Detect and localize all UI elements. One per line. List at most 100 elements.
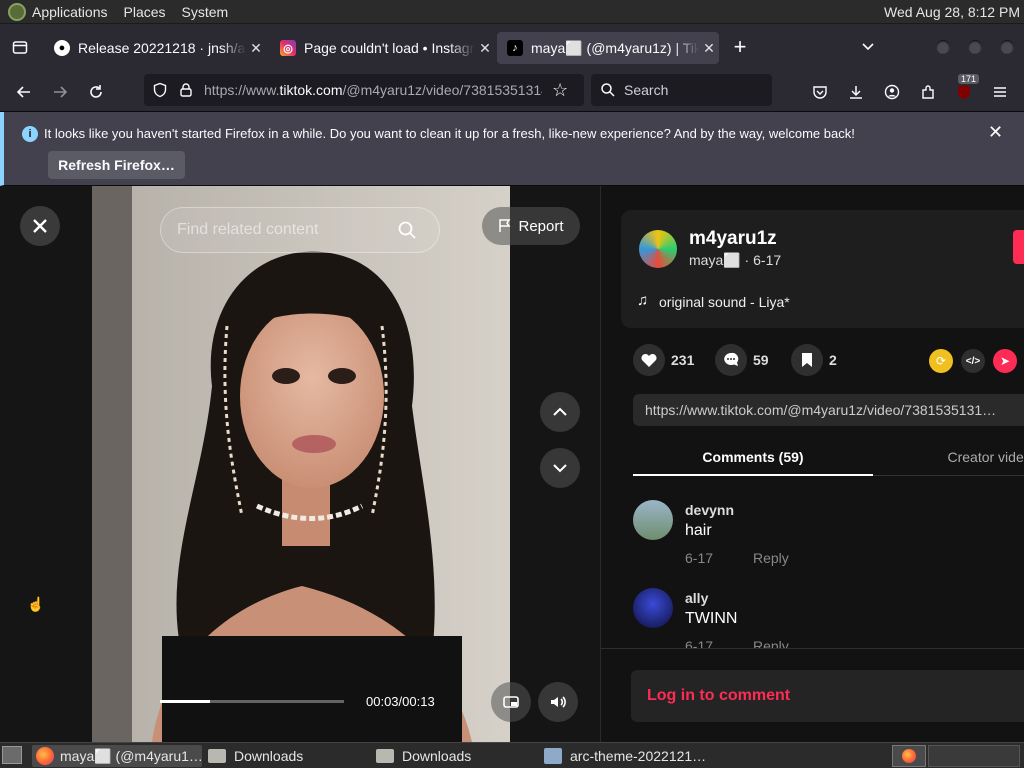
avatar[interactable] <box>633 588 673 628</box>
tiktok-icon: ♪ <box>507 40 523 56</box>
comment-button[interactable] <box>715 344 747 376</box>
send-to-friends-icon[interactable]: ➤ <box>993 349 1017 373</box>
video-player[interactable]: 00:03/00:13 <box>92 186 510 742</box>
search-icon[interactable] <box>397 220 417 240</box>
close-video-button[interactable] <box>20 206 60 246</box>
comment-user[interactable]: ally <box>685 590 708 606</box>
taskbar-label: arc-theme-2022121… <box>570 748 707 764</box>
close-notification-icon[interactable]: ✕ <box>988 122 1003 143</box>
embed-code-icon[interactable]: </> <box>961 349 985 373</box>
instagram-icon: ◎ <box>280 40 296 56</box>
tab-title: maya⬜ (@m4yaru1z) | TikTok <box>531 39 699 56</box>
distro-logo-icon[interactable] <box>8 2 26 21</box>
forward-button[interactable] <box>46 78 74 106</box>
notification-message: It looks like you haven't started Firefo… <box>44 126 855 141</box>
divider <box>601 648 1024 649</box>
url-bar[interactable]: https://www.tiktok.com/@m4yaru1z/video/7… <box>144 74 584 106</box>
search-icon <box>600 82 616 98</box>
previous-video-button[interactable] <box>540 392 580 432</box>
reply-button[interactable]: Reply <box>753 550 789 566</box>
comment-text: TWINN <box>685 610 738 627</box>
workspace-switcher-empty[interactable] <box>928 745 1020 767</box>
login-to-comment-link[interactable]: Log in to comment <box>647 687 790 705</box>
show-desktop-icon[interactable] <box>2 746 22 764</box>
save-count: 2 <box>829 352 837 368</box>
music-note-icon: ♫ <box>637 292 649 309</box>
flag-icon <box>498 219 512 233</box>
login-to-comment-box[interactable]: Log in to comment <box>631 670 1024 722</box>
taskbar-label: maya⬜ (@m4yaru1… <box>60 747 202 764</box>
report-button[interactable]: Report <box>482 207 580 245</box>
system-menu[interactable]: System <box>182 4 229 20</box>
clock[interactable]: Wed Aug 28, 8:12 PM <box>884 4 1020 20</box>
archive-icon <box>544 748 562 764</box>
bookmark-star-icon[interactable]: ☆ <box>552 80 568 101</box>
lock-icon[interactable] <box>178 82 194 98</box>
like-count: 231 <box>671 352 695 368</box>
copy-link-field[interactable]: https://www.tiktok.com/@m4yaru1z/video/7… <box>633 394 1024 426</box>
taskbar-item-downloads[interactable]: Downloads <box>204 745 368 767</box>
tab-creator-videos[interactable]: Creator videos <box>873 444 1024 476</box>
post-link: https://www.tiktok.com/@m4yaru1z/video/7… <box>645 402 997 418</box>
workspace-switcher[interactable] <box>892 745 926 767</box>
next-video-button[interactable] <box>540 448 580 488</box>
floating-player-icon[interactable] <box>491 682 531 722</box>
video-time: 00:03/00:13 <box>366 694 435 709</box>
author-username[interactable]: m4yaru1z <box>689 228 777 250</box>
downloads-icon[interactable] <box>842 78 870 106</box>
comment-user[interactable]: devynn <box>685 502 734 518</box>
volume-icon[interactable] <box>538 682 578 722</box>
extensions-icon[interactable] <box>914 78 942 106</box>
heart-icon <box>641 353 657 367</box>
list-all-tabs-icon[interactable] <box>6 33 34 61</box>
avatar[interactable] <box>639 230 677 268</box>
minimize-window-button[interactable] <box>936 40 950 54</box>
avatar[interactable] <box>633 500 673 540</box>
taskbar-item-firefox[interactable]: maya⬜ (@m4yaru1… <box>32 745 202 767</box>
shield-icon[interactable] <box>152 82 168 98</box>
close-window-button[interactable] <box>1000 40 1014 54</box>
applications-menu[interactable]: Applications <box>32 4 108 20</box>
sound-name[interactable]: original sound - Liya* <box>659 294 790 310</box>
details-pane: m4yaru1z maya⬜ · 6-17 ♫ original sound -… <box>600 186 1024 742</box>
places-menu[interactable]: Places <box>124 4 166 20</box>
taskbar-item-archive[interactable]: arc-theme-2022121… <box>540 745 710 767</box>
maximize-window-button[interactable] <box>968 40 982 54</box>
pocket-icon[interactable] <box>806 78 834 106</box>
chevron-down-icon[interactable] <box>854 33 882 61</box>
reply-button[interactable]: Reply <box>753 638 789 648</box>
tab-instagram[interactable]: ◎ Page couldn't load • Instagram ✕ <box>270 32 495 64</box>
ublock-icon[interactable]: 171 <box>950 74 980 106</box>
follow-button[interactable] <box>1013 230 1024 264</box>
refresh-firefox-button[interactable]: Refresh Firefox… <box>48 151 185 179</box>
taskbar-item-downloads[interactable]: Downloads <box>372 745 536 767</box>
comment-text: hair <box>685 522 712 539</box>
account-icon[interactable] <box>878 78 906 106</box>
search-bar[interactable]: Search <box>591 74 772 106</box>
list-item: ally TWINN 6-17 Reply <box>633 588 1013 648</box>
tab-github[interactable]: ● Release 20221218 · jnsh/arc-theme ✕ <box>44 32 266 64</box>
author-nickname: maya⬜ · 6-17 <box>689 252 782 268</box>
like-button[interactable] <box>633 344 665 376</box>
save-button[interactable] <box>791 344 823 376</box>
find-related-input[interactable]: Find related content <box>160 207 440 253</box>
search-placeholder: Search <box>624 82 669 98</box>
comment-date: 6-17 <box>685 550 714 566</box>
find-related-placeholder: Find related content <box>177 221 319 238</box>
back-button[interactable] <box>10 78 38 106</box>
folder-icon <box>376 749 394 763</box>
video-progress-track[interactable] <box>160 700 344 703</box>
new-tab-button[interactable]: + <box>726 33 754 61</box>
share-coin-icon[interactable]: ⟳ <box>929 349 953 373</box>
github-icon: ● <box>54 40 70 56</box>
tab-tiktok[interactable]: ♪ maya⬜ (@m4yaru1z) | TikTok ✕ <box>497 32 719 64</box>
hamburger-menu-icon[interactable] <box>986 78 1014 106</box>
firefox-icon <box>36 747 54 765</box>
tab-comments[interactable]: Comments (59) <box>633 444 873 476</box>
taskbar-label: Downloads <box>234 748 304 764</box>
close-tab-icon[interactable]: ✕ <box>246 40 266 57</box>
close-tab-icon[interactable]: ✕ <box>475 40 495 57</box>
reload-button[interactable] <box>82 78 110 106</box>
close-tab-icon[interactable]: ✕ <box>699 40 719 57</box>
video-pane: 00:03/00:13 Find related content Report <box>0 186 600 742</box>
